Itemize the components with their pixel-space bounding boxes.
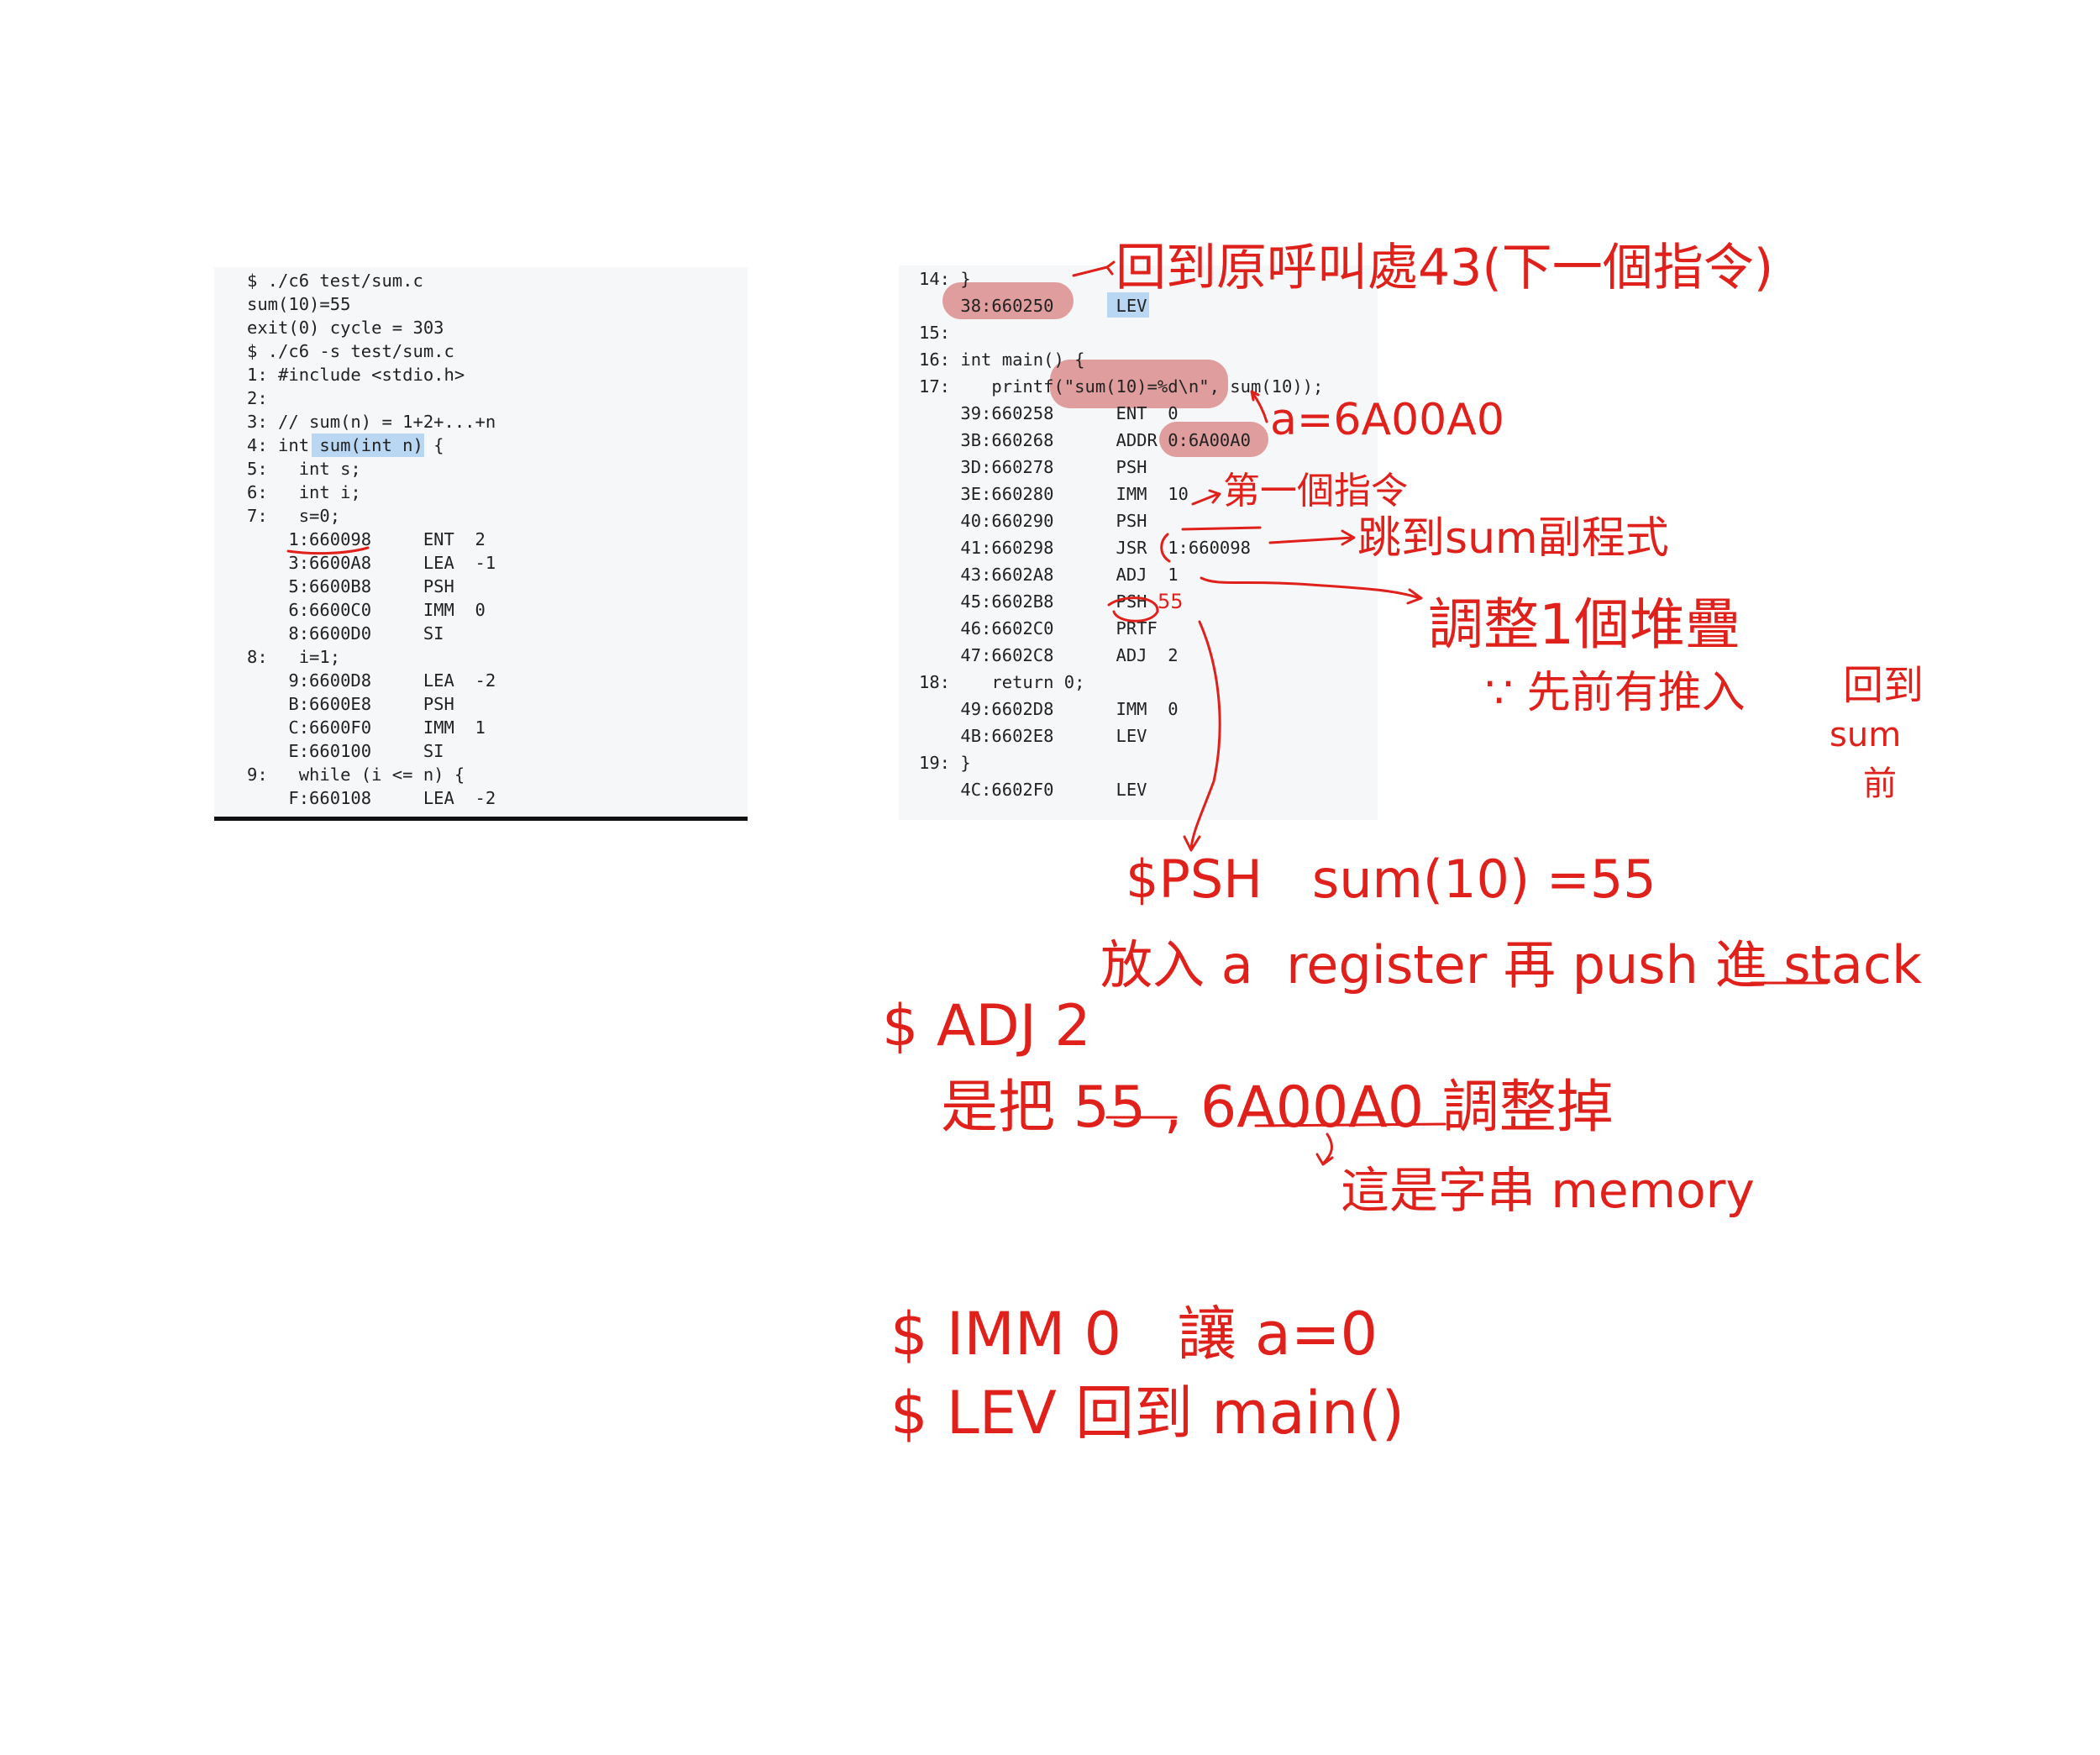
- a-value-arrow: [1250, 390, 1268, 423]
- psh-explain-line2: 放入 a register 再 push 進 stack: [1100, 934, 1922, 996]
- adj-explain-line2: 是把 55 , 6A00A0 調整掉: [941, 1075, 1614, 1141]
- ink-strokes: [286, 260, 1829, 1166]
- return-note: 回到原呼叫處43(下一個指令): [1116, 239, 1774, 297]
- before-word-note: 前: [1863, 765, 1897, 803]
- jump-note: 跳到sum副程式: [1357, 513, 1669, 564]
- jump-arrow: [1268, 529, 1356, 546]
- back-to-note: 回到: [1843, 662, 1924, 709]
- adj-explain-line1: $ ADJ 2: [882, 993, 1091, 1059]
- address-underline: [286, 546, 370, 555]
- adj-explain-line3: 這是字串 memory: [1341, 1162, 1755, 1219]
- first-instr-underline: [1181, 526, 1262, 531]
- sum-word-note: sum: [1830, 716, 1902, 754]
- jsr-circle: [1160, 533, 1171, 563]
- adj-arrow: [1200, 576, 1423, 605]
- a-value-note: a=6A00A0: [1270, 395, 1504, 445]
- first-instr-arrow: [1191, 489, 1221, 506]
- return-arrow: [1072, 260, 1116, 277]
- psh-circle: [1107, 596, 1159, 623]
- imm-explain-line: $ IMM 0 讓 a=0: [890, 1300, 1378, 1369]
- psh-small-note: 55: [1158, 590, 1184, 613]
- adjust-note: 調整1個堆疊: [1428, 592, 1740, 657]
- lev-explain-line: $ LEV 回到 main(): [890, 1379, 1404, 1448]
- psh-explain-line1: $PSH sum(10) =55: [1126, 849, 1656, 910]
- psh-down-arrow: [1183, 620, 1221, 852]
- because-note: ∵ 先前有推入: [1485, 668, 1746, 718]
